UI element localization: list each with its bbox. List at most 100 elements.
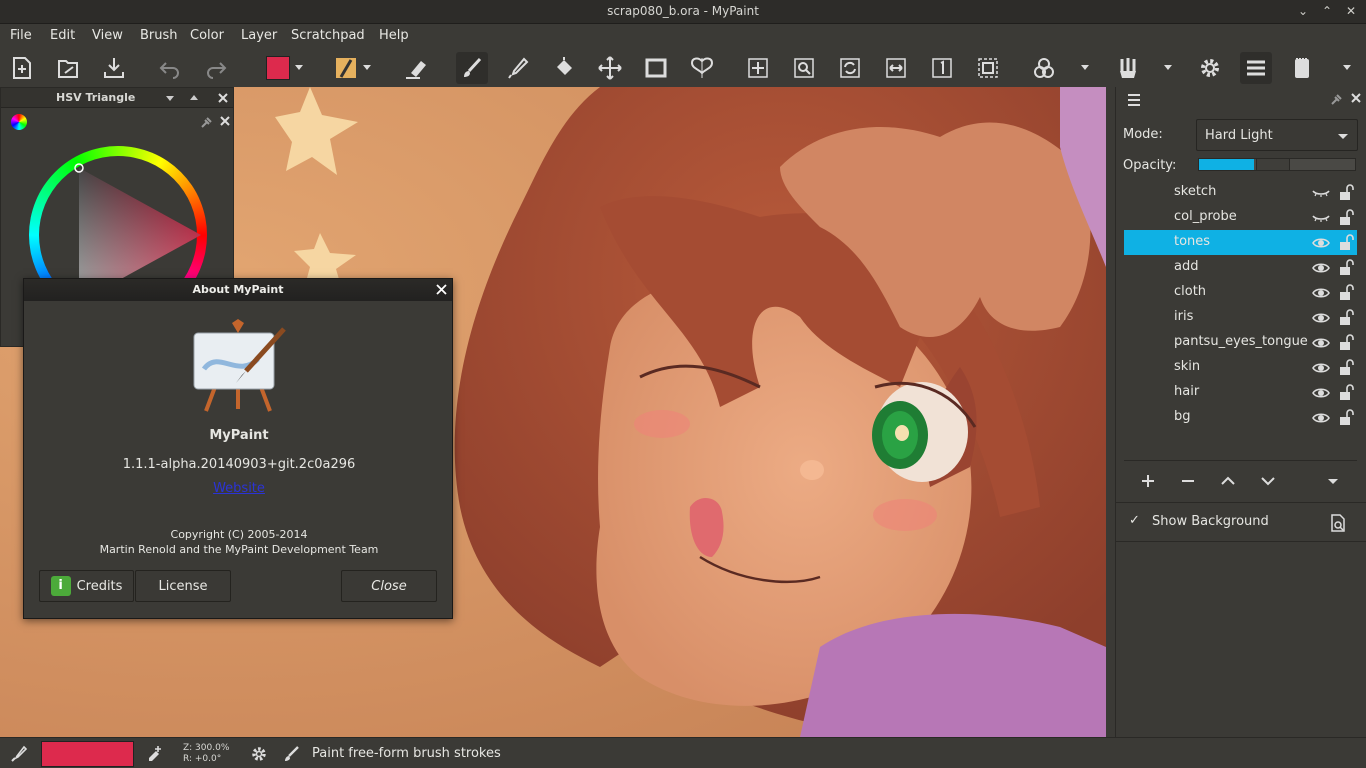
- layers-panel-icon[interactable]: [1240, 52, 1272, 84]
- frame-icon[interactable]: [640, 52, 672, 84]
- lock-open-icon[interactable]: [1338, 409, 1354, 427]
- menu-file[interactable]: File: [10, 28, 32, 43]
- minimize-button[interactable]: ⌄: [1294, 2, 1312, 20]
- menu-brush[interactable]: Brush: [140, 28, 178, 43]
- credits-button[interactable]: i Credits: [39, 570, 134, 602]
- zoom-view-icon[interactable]: [788, 52, 820, 84]
- lock-open-icon[interactable]: [1338, 384, 1354, 402]
- lock-open-icon[interactable]: [1338, 334, 1354, 352]
- lock-open-icon[interactable]: [1338, 359, 1354, 377]
- opacity-slider[interactable]: [1198, 158, 1356, 171]
- show-background-toggle[interactable]: ✓ Show Background: [1116, 504, 1366, 542]
- eye-open-icon[interactable]: [1312, 360, 1330, 376]
- undo-icon[interactable]: [154, 52, 186, 84]
- chevron-down-icon[interactable]: [165, 93, 175, 103]
- pin-icon[interactable]: [1329, 91, 1345, 107]
- chevron-down-icon[interactable]: [362, 62, 372, 72]
- chevron-up-icon[interactable]: [189, 93, 199, 103]
- eye-open-icon[interactable]: [1312, 335, 1330, 351]
- close-icon[interactable]: [436, 284, 447, 295]
- close-window-button[interactable]: ✕: [1342, 2, 1360, 20]
- rotate-view-icon[interactable]: [834, 52, 866, 84]
- lock-open-icon[interactable]: [1338, 234, 1354, 252]
- layer-row-sketch[interactable]: sketch: [1124, 180, 1357, 205]
- background-properties-icon[interactable]: [1330, 514, 1346, 532]
- close-icon[interactable]: [219, 115, 231, 127]
- lock-open-icon[interactable]: [1338, 309, 1354, 327]
- layer-row-skin[interactable]: skin: [1124, 355, 1357, 380]
- layer-name: cloth: [1174, 284, 1207, 299]
- redo-icon[interactable]: [200, 52, 232, 84]
- eye-open-icon[interactable]: [1312, 235, 1330, 251]
- chevron-down-icon[interactable]: [294, 62, 304, 72]
- menu-help[interactable]: Help: [379, 28, 409, 43]
- fill-bucket-icon[interactable]: [548, 52, 580, 84]
- layer-row-hair[interactable]: hair: [1124, 380, 1357, 405]
- chevron-down-icon[interactable]: [1080, 62, 1090, 72]
- freehand-brush-icon[interactable]: [456, 52, 488, 84]
- lock-open-icon[interactable]: [1338, 259, 1354, 277]
- chevron-down-icon[interactable]: [1342, 62, 1352, 72]
- layer-row-add[interactable]: add: [1124, 255, 1357, 280]
- maximize-button[interactable]: ⌃: [1318, 2, 1336, 20]
- eye-open-icon[interactable]: [1312, 410, 1330, 426]
- title-bar: scrap080_b.ora - MyPaint ⌄ ⌃ ✕: [0, 0, 1366, 24]
- opacity-slider-thumb[interactable]: [1256, 159, 1290, 170]
- eye-open-icon[interactable]: [1312, 260, 1330, 276]
- website-link[interactable]: Website: [24, 481, 454, 496]
- remove-layer-icon[interactable]: [1180, 473, 1196, 489]
- color-mixer-icon[interactable]: [1028, 52, 1060, 84]
- pan-view-icon[interactable]: [742, 52, 774, 84]
- new-document-icon[interactable]: [6, 52, 38, 84]
- layer-menu-chevron-icon[interactable]: [1327, 476, 1339, 486]
- menu-layer[interactable]: Layer: [241, 28, 277, 43]
- scratchpad-icon[interactable]: [1286, 52, 1318, 84]
- close-icon[interactable]: [217, 92, 229, 104]
- layer-row-tones[interactable]: tones: [1124, 230, 1357, 255]
- color-swatch-button[interactable]: [262, 52, 294, 84]
- layer-row-col_probe[interactable]: col_probe: [1124, 205, 1357, 230]
- lock-open-icon[interactable]: [1338, 184, 1354, 202]
- close-icon[interactable]: [1350, 92, 1362, 104]
- menu-edit[interactable]: Edit: [50, 28, 75, 43]
- chevron-down-icon[interactable]: [1163, 62, 1173, 72]
- brushes-icon[interactable]: [1112, 52, 1144, 84]
- eye-open-icon[interactable]: [1312, 385, 1330, 401]
- open-document-icon[interactable]: [52, 52, 84, 84]
- layer-row-pantsu_eyes_tongue[interactable]: pantsu_eyes_tongue: [1124, 330, 1357, 355]
- license-button[interactable]: License: [135, 570, 231, 602]
- close-button[interactable]: Close: [341, 570, 437, 602]
- save-document-icon[interactable]: [98, 52, 130, 84]
- settings-gear-icon[interactable]: [1194, 52, 1226, 84]
- lock-open-icon[interactable]: [1338, 284, 1354, 302]
- menu-view[interactable]: View: [92, 28, 123, 43]
- layer-row-bg[interactable]: bg: [1124, 405, 1357, 430]
- menu-color[interactable]: Color: [190, 28, 224, 43]
- brush-preset-icon[interactable]: [330, 52, 362, 84]
- move-layer-up-icon[interactable]: [1220, 473, 1236, 489]
- gear-icon[interactable]: [250, 745, 268, 763]
- mirror-view-icon[interactable]: [880, 52, 912, 84]
- add-color-icon[interactable]: [146, 744, 164, 762]
- layer-row-cloth[interactable]: cloth: [1124, 280, 1357, 305]
- eye-closed-icon[interactable]: [1312, 210, 1330, 226]
- symmetry-icon[interactable]: [686, 52, 718, 84]
- layer-row-iris[interactable]: iris: [1124, 305, 1357, 330]
- move-icon[interactable]: [594, 52, 626, 84]
- pin-icon[interactable]: [199, 114, 215, 130]
- add-layer-icon[interactable]: [1140, 473, 1156, 489]
- fit-view-icon[interactable]: [972, 52, 1004, 84]
- lock-open-icon[interactable]: [1338, 209, 1354, 227]
- current-color-swatch[interactable]: [41, 741, 134, 767]
- move-layer-down-icon[interactable]: [1260, 473, 1276, 489]
- menu-scratchpad[interactable]: Scratchpad: [291, 28, 365, 43]
- color-picker-icon[interactable]: [502, 52, 534, 84]
- eye-closed-icon[interactable]: [1312, 185, 1330, 201]
- eye-open-icon[interactable]: [1312, 285, 1330, 301]
- about-dialog-header: About MyPaint: [24, 279, 452, 301]
- eraser-icon[interactable]: [400, 52, 432, 84]
- eye-open-icon[interactable]: [1312, 310, 1330, 326]
- color-picker-icon[interactable]: [10, 745, 28, 763]
- reset-zoom-icon[interactable]: [926, 52, 958, 84]
- blend-mode-select[interactable]: Hard Light: [1196, 119, 1358, 151]
